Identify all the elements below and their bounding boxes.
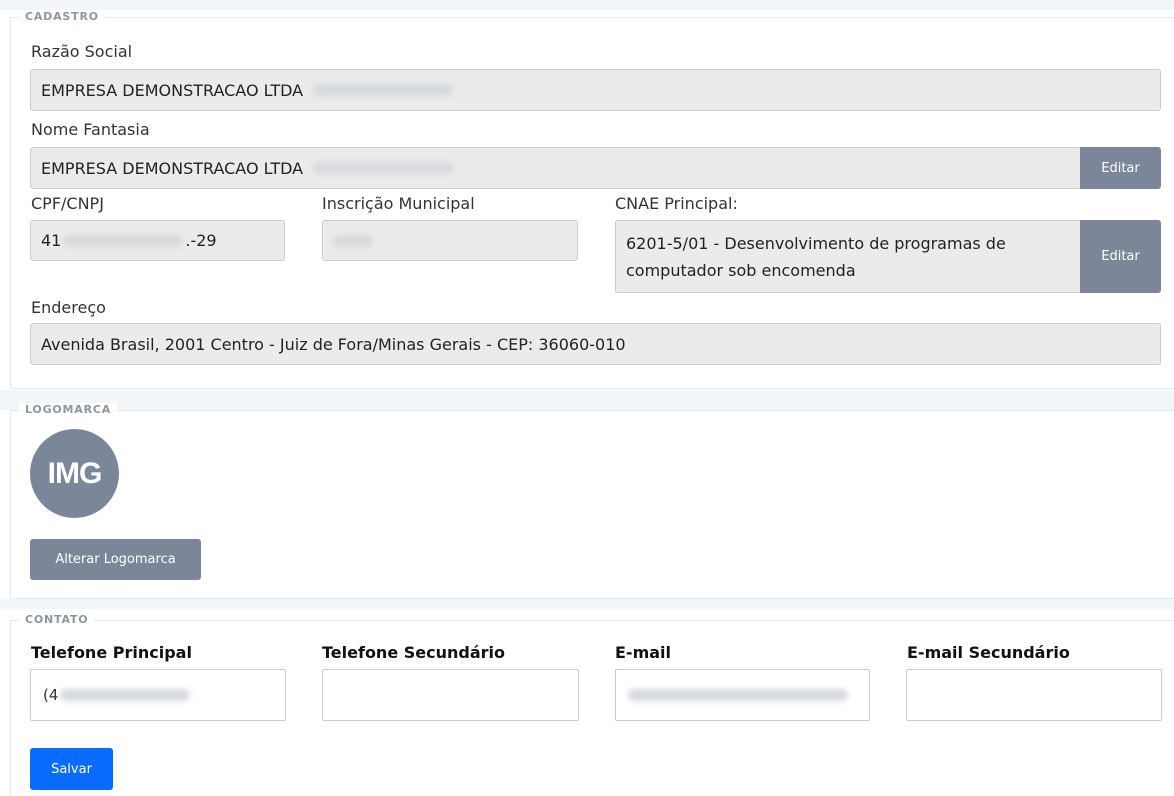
edit-nome-fantasia-button[interactable]: Editar [1080, 147, 1161, 189]
edit-cnae-button[interactable]: Editar [1080, 220, 1161, 293]
nome-fantasia-value: EMPRESA DEMONSTRACAO LTDA [41, 158, 304, 178]
redacted-blur [333, 234, 373, 247]
endereco-label: Endereço [31, 298, 106, 317]
nome-fantasia-field: EMPRESA DEMONSTRACAO LTDA [30, 147, 1081, 189]
cpf-cnpj-label: CPF/CNPJ [31, 194, 104, 213]
cadastro-legend: CADASTRO [19, 10, 105, 24]
redacted-blur [628, 689, 848, 701]
redacted-blur [63, 234, 184, 247]
contato-legend: CONTATO [19, 613, 95, 627]
separator-band [0, 390, 1174, 410]
telefone-secundario-label: Telefone Secundário [322, 643, 505, 662]
inscricao-municipal-field [322, 220, 578, 261]
nome-fantasia-label: Nome Fantasia [31, 120, 150, 139]
email-input[interactable] [615, 669, 870, 721]
separator-band-2 [0, 599, 1174, 609]
endereco-value: Avenida Brasil, 2001 Centro - Juiz de Fo… [41, 334, 626, 354]
save-button[interactable]: Salvar [30, 748, 113, 790]
redacted-blur [313, 162, 454, 174]
change-logo-button[interactable]: Alterar Logomarca [30, 539, 201, 580]
cpf-suffix: .-29 [185, 231, 217, 250]
email-label: E-mail [615, 643, 672, 662]
inscricao-municipal-label: Inscrição Municipal [322, 194, 475, 213]
cpf-cnpj-field: 41 .-29 [30, 220, 285, 261]
logo-avatar: IMG [30, 429, 119, 518]
top-band [0, 0, 1174, 10]
cpf-prefix: 41 [41, 231, 62, 250]
logomarca-legend: LOGOMARCA [19, 403, 118, 417]
cnae-field: 6201-5/01 - Desenvolvimento de programas… [615, 220, 1081, 293]
email-secundario-label: E-mail Secundário [907, 643, 1070, 662]
endereco-field: Avenida Brasil, 2001 Centro - Juiz de Fo… [30, 323, 1161, 365]
avatar-text: IMG [47, 456, 103, 490]
telefone-principal-prefix: (4 [43, 686, 59, 704]
telefone-principal-label: Telefone Principal [31, 643, 192, 662]
razao-social-field: EMPRESA DEMONSTRACAO LTDA [30, 69, 1161, 111]
cnae-label: CNAE Principal: [615, 194, 738, 213]
redacted-blur [60, 689, 191, 701]
cnae-value: 6201-5/01 - Desenvolvimento de programas… [626, 233, 1006, 280]
razao-social-value: EMPRESA DEMONSTRACAO LTDA [41, 80, 304, 100]
razao-social-label: Razão Social [31, 42, 133, 61]
telefone-secundario-input[interactable] [322, 669, 579, 721]
redacted-blur [313, 84, 454, 96]
telefone-principal-input[interactable]: (4 [30, 669, 286, 721]
email-secundario-input[interactable] [906, 669, 1162, 721]
